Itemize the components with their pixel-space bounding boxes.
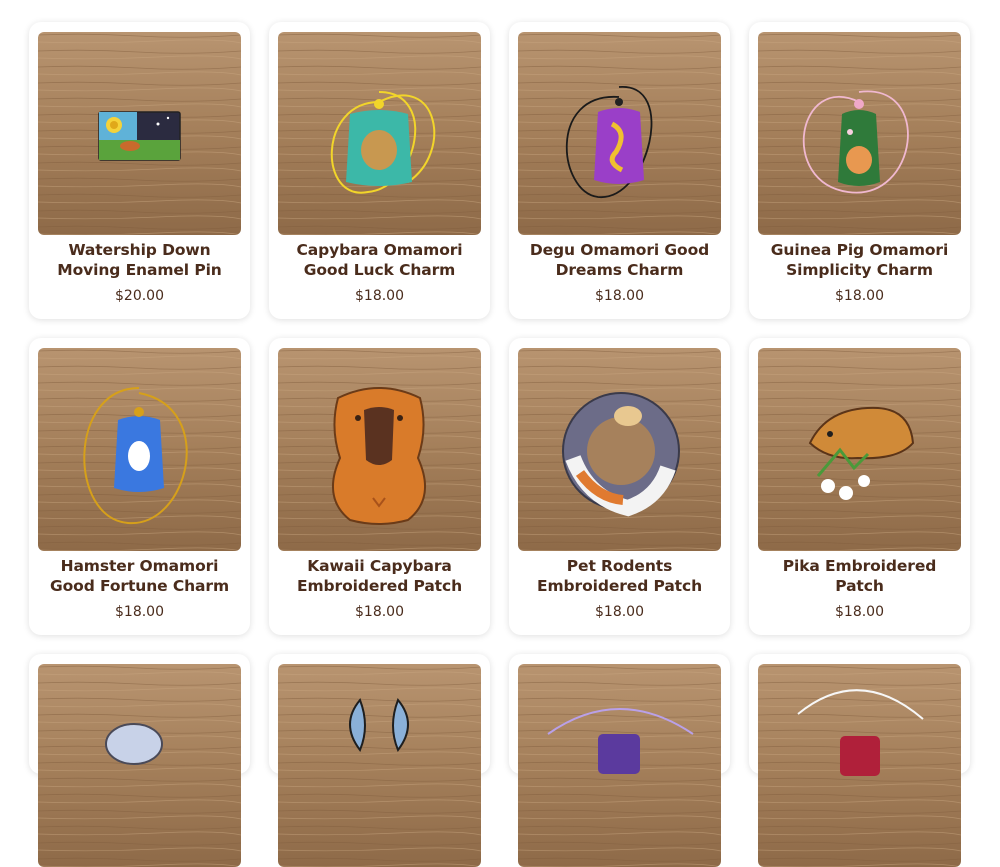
product-title[interactable]: Kawaii Capybara Embroidered Patch: [278, 557, 481, 596]
product-image[interactable]: [38, 348, 241, 551]
product-image[interactable]: [518, 348, 721, 551]
product-title[interactable]: Pet Rodents Embroidered Patch: [518, 557, 721, 596]
product-price: $18.00: [355, 604, 404, 620]
product-image[interactable]: [278, 664, 481, 867]
product-title[interactable]: Degu Omamori Good Dreams Charm: [518, 241, 721, 280]
product-title[interactable]: Guinea Pig Omamori Simplicity Charm: [758, 241, 961, 280]
product-price: $18.00: [355, 288, 404, 304]
product-title[interactable]: Hamster Omamori Good Fortune Charm: [38, 557, 241, 596]
product-card[interactable]: [509, 654, 730, 867]
product-card[interactable]: Pika Embroidered Patch $18.00: [749, 338, 970, 635]
product-card[interactable]: Guinea Pig Omamori Simplicity Charm $18.…: [749, 22, 970, 319]
product-price: $18.00: [835, 288, 884, 304]
product-price: $18.00: [835, 604, 884, 620]
product-grid: Watership Down Moving Enamel Pin $20.00 …: [29, 22, 970, 867]
product-card[interactable]: Hamster Omamori Good Fortune Charm $18.0…: [29, 338, 250, 635]
product-image[interactable]: [758, 348, 961, 551]
product-image[interactable]: [518, 32, 721, 235]
product-card[interactable]: Watership Down Moving Enamel Pin $20.00: [29, 22, 250, 319]
product-price: $18.00: [595, 604, 644, 620]
product-image[interactable]: [518, 664, 721, 867]
product-image[interactable]: [278, 348, 481, 551]
product-card[interactable]: Capybara Omamori Good Luck Charm $18.00: [269, 22, 490, 319]
product-image[interactable]: [758, 32, 961, 235]
product-card[interactable]: Kawaii Capybara Embroidered Patch $18.00: [269, 338, 490, 635]
product-title[interactable]: Capybara Omamori Good Luck Charm: [278, 241, 481, 280]
product-image[interactable]: [38, 32, 241, 235]
product-price: $18.00: [115, 604, 164, 620]
product-image[interactable]: [758, 664, 961, 867]
product-title[interactable]: Watership Down Moving Enamel Pin: [38, 241, 241, 280]
product-price: $20.00: [115, 288, 164, 304]
product-price: $18.00: [595, 288, 644, 304]
product-card[interactable]: Degu Omamori Good Dreams Charm $18.00: [509, 22, 730, 319]
product-card[interactable]: [29, 654, 250, 867]
product-title[interactable]: Pika Embroidered Patch: [758, 557, 961, 596]
product-card[interactable]: Pet Rodents Embroidered Patch $18.00: [509, 338, 730, 635]
product-card[interactable]: [269, 654, 490, 867]
product-image[interactable]: [38, 664, 241, 867]
product-image[interactable]: [278, 32, 481, 235]
product-card[interactable]: [749, 654, 970, 867]
